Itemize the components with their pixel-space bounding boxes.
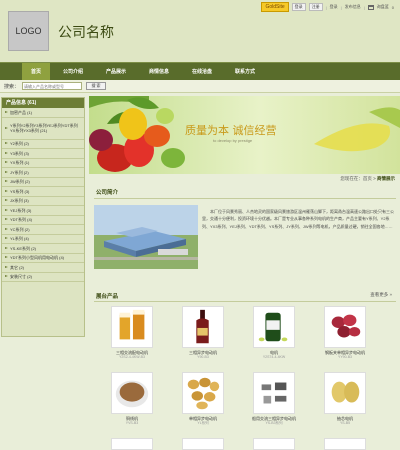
banner-slogan: 质量为本 诚信经营 <box>185 124 277 137</box>
topbar-divider: | <box>325 4 327 10</box>
breadcrumb-current: 商情展示 <box>377 176 395 181</box>
product-image-placeholder <box>253 438 295 450</box>
product-card-partial[interactable] <box>174 438 232 450</box>
breadcrumb-home[interactable]: 首页 <box>363 176 372 181</box>
beer-glass-icon <box>111 306 153 348</box>
red-berries-icon <box>324 306 366 348</box>
sidebar-title: 产品信息 (61) <box>2 98 84 108</box>
search-label: 搜索： <box>4 84 20 90</box>
goldsite-badge[interactable]: GoldSite <box>261 2 289 12</box>
more-products-link[interactable]: 查看更多 » <box>370 292 392 298</box>
product-card[interactable]: 单相异步电动机 YL系列 <box>174 372 232 425</box>
wine-bottle-icon <box>182 306 224 348</box>
cart-count: 0 <box>391 4 394 10</box>
login-link[interactable]: 登录 <box>330 4 338 10</box>
inquiry-cart-link[interactable]: 询盘篮 <box>377 4 389 10</box>
category-item[interactable]: JX系列 (3) <box>2 197 84 206</box>
search-input[interactable] <box>22 82 82 90</box>
product-model: YY90-B3 <box>337 355 352 359</box>
product-model: YS-B3系列 <box>265 421 283 425</box>
product-card[interactable]: 铜线机 YVS-B3 <box>103 372 161 425</box>
tool-parts-icon <box>253 372 295 414</box>
products-section-title: 展台产品 <box>96 294 119 300</box>
product-card[interactable]: 三相交流配电动机 Y2S2-4-4KW-B3 <box>103 306 161 359</box>
category-item[interactable]: YS系列 (3) <box>2 187 84 197</box>
main-nav: 首页 公司介绍 产品展示 商情信息 在线洽盘 联系方式 <box>0 62 400 81</box>
category-item[interactable]: JW系列 (2) <box>2 178 84 187</box>
category-item[interactable]: YDT系列 (4) <box>2 216 84 225</box>
product-model: YS-B5 <box>339 421 351 425</box>
post-info-link[interactable]: 发布信息 <box>345 4 361 10</box>
logo[interactable]: LOGO <box>8 11 49 51</box>
product-card-partial[interactable] <box>316 438 374 450</box>
banner-subtitle: to develop by prestige <box>213 138 253 143</box>
product-category-sidebar: 产品信息 (61) 加密产品 (1) Y系列Y2系列Y3系列YEJ系列YDT系列… <box>1 97 85 337</box>
company-name: 公司名称 <box>58 25 114 41</box>
product-image-placeholder <box>182 438 224 450</box>
nav-online-inquiry[interactable]: 在线洽盘 <box>187 63 217 81</box>
product-image-placeholder <box>111 438 153 450</box>
category-item[interactable]: 安装尺寸 (2) <box>2 273 84 282</box>
product-model: Y2S2-4-4KW-B3 <box>119 355 145 359</box>
product-card-partial[interactable] <box>103 438 161 450</box>
breadcrumb-prefix: 您现在在： <box>340 176 363 181</box>
product-card[interactable]: 三相异步电动机 Y90-B3 <box>174 306 232 359</box>
category-item[interactable]: YDT系列小型风机用电动机 (4) <box>2 254 84 263</box>
breadcrumb: 您现在在：首页 > 商情展示 <box>340 176 395 182</box>
category-item[interactable]: 其它 (2) <box>2 263 84 273</box>
nav-contact[interactable]: 联系方式 <box>230 63 260 81</box>
nav-business-info[interactable]: 商情信息 <box>144 63 174 81</box>
top-utility-bar: GoldSite 登录 注册 | 登录 | 发布信息 | 询盘篮 0 <box>261 2 394 12</box>
category-item[interactable]: Y系列Y2系列Y3系列YEJ系列YDT系列YX系列YX3系列 (21) <box>2 118 84 140</box>
login-button[interactable]: 登录 <box>291 3 306 11</box>
category-item[interactable]: YS-KE系列 (2) <box>2 244 84 254</box>
site-header: LOGO 公司名称 GoldSite 登录 注册 | 登录 | 发布信息 | 询… <box>0 0 400 62</box>
product-image-placeholder <box>324 438 366 450</box>
mushrooms-icon <box>182 372 224 414</box>
nav-company-intro[interactable]: 公司介绍 <box>58 63 88 81</box>
register-button[interactable]: 注册 <box>308 3 323 11</box>
section-divider <box>94 301 396 302</box>
category-item[interactable]: YX系列 (1) <box>2 159 84 168</box>
topbar-divider: | <box>363 4 365 10</box>
category-item[interactable]: Y2系列 (2) <box>2 140 84 149</box>
cart-icon[interactable] <box>367 4 374 10</box>
factory-aerial-image <box>94 205 198 269</box>
category-item[interactable]: YL系列 (4) <box>2 235 84 244</box>
intro-text: 本厂位于风景秀丽、人杰地灵的国家级风景旅游区温州雁荡山脚下，距离甬台温高速公路出… <box>202 209 394 229</box>
product-card[interactable]: 船用交流三相异步电动机 YS-B3系列 <box>245 372 303 425</box>
product-model: Y90-B3 <box>197 355 209 359</box>
nav-products[interactable]: 产品展示 <box>101 63 131 81</box>
category-item[interactable]: YC系列 (2) <box>2 225 84 235</box>
powder-plate-icon <box>111 372 153 414</box>
nav-home[interactable]: 首页 <box>22 63 50 81</box>
potatoes-icon <box>324 372 366 414</box>
topbar-divider: | <box>340 4 342 10</box>
capsule-bottle-icon <box>253 306 295 348</box>
product-card[interactable]: 抽芯电机 YS-B5 <box>316 372 374 425</box>
product-model: YL系列 <box>197 421 209 425</box>
product-card-partial[interactable] <box>245 438 303 450</box>
search-bar: 搜索： 搜 索 <box>0 80 400 93</box>
section-divider <box>94 198 396 199</box>
hero-banner: 质量为本 诚信经营 to develop by prestige <box>89 96 400 174</box>
category-item[interactable]: Y3系列 (3) <box>2 149 84 159</box>
category-item[interactable]: JY系列 (2) <box>2 168 84 178</box>
product-model: YVS-B3 <box>125 421 139 425</box>
product-card[interactable]: 电机 Y2S74-4-4KW <box>245 306 303 359</box>
search-button[interactable]: 搜 索 <box>86 82 106 90</box>
category-item[interactable]: 加密产品 (1) <box>2 108 84 118</box>
product-model: Y2S74-4-4KW <box>262 355 286 359</box>
product-card[interactable]: 钢板夹单相异步电动机 YY90-B3 <box>316 306 374 359</box>
category-item[interactable]: YEJ系列 (3) <box>2 206 84 216</box>
intro-section-title: 公司简介 <box>96 190 119 196</box>
logo-text: LOGO <box>15 26 42 36</box>
